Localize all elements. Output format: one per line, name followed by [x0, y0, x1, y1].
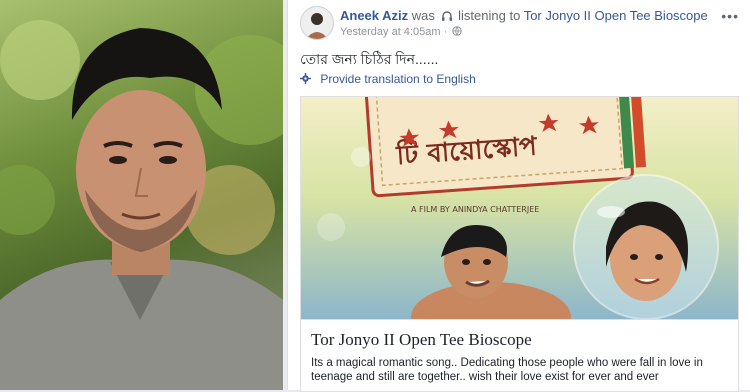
link-title[interactable]: Tor Jonyo II Open Tee Bioscope — [311, 330, 532, 350]
movie-poster-image[interactable]: টি বায়োস্কোপ A FILM BY ANINDYA CHATTERJ… — [301, 97, 738, 319]
more-options-button[interactable]: ••• — [721, 8, 739, 24]
profile-photo — [0, 0, 283, 390]
author-name[interactable]: Aneek Aziz — [340, 8, 408, 23]
author-avatar[interactable] — [300, 6, 334, 40]
was-text: was — [411, 8, 435, 23]
translate-link[interactable]: Provide translation to English — [300, 72, 476, 86]
link-attachment[interactable]: টি বায়োস্কোপ A FILM BY ANINDYA CHATTERJ… — [300, 96, 739, 392]
headphone-icon — [441, 11, 452, 21]
poster-credit: A FILM BY ANINDYA CHATTERJEE — [411, 205, 539, 214]
activity-text: listening to — [458, 8, 521, 23]
translate-label: Provide translation to English — [320, 72, 476, 86]
globe-icon — [452, 26, 462, 36]
separator-dot: · — [443, 26, 448, 38]
timestamp-line: Yesterday at 4:05am · — [340, 26, 462, 38]
post-header: Aneek Aziz was listening to Tor Jonyo II… — [300, 6, 739, 46]
gear-icon — [300, 73, 311, 84]
activity-line: Aneek Aziz was listening to Tor Jonyo II… — [340, 8, 708, 23]
song-link[interactable]: Tor Jonyo II Open Tee Bioscope — [524, 8, 708, 23]
timestamp[interactable]: Yesterday at 4:05am — [340, 26, 441, 38]
status-text: তোর জন্য চিঠির দিন...... — [300, 51, 439, 67]
link-details[interactable]: Tor Jonyo II Open Tee Bioscope Its a mag… — [301, 319, 738, 391]
link-description: Its a magical romantic song.. Dedicating… — [311, 357, 703, 383]
portrait-image — [0, 20, 283, 390]
post-card: Aneek Aziz was listening to Tor Jonyo II… — [287, 0, 750, 392]
